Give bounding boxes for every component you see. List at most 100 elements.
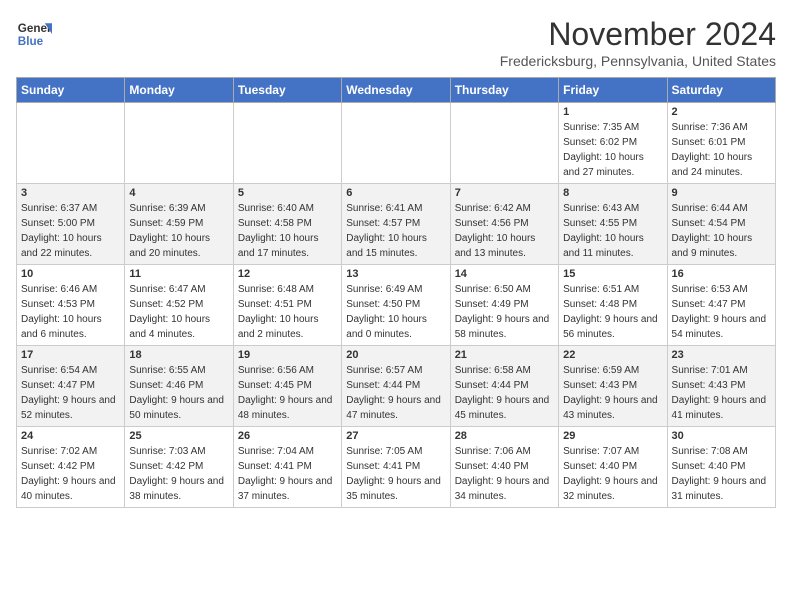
calendar-cell	[342, 103, 450, 184]
day-number: 26	[238, 430, 337, 442]
day-number: 28	[455, 430, 554, 442]
calendar-cell: 9 Sunrise: 6:44 AM Sunset: 4:54 PM Daylig…	[667, 184, 775, 265]
calendar-cell: 22 Sunrise: 6:59 AM Sunset: 4:43 PM Dayli…	[559, 346, 667, 427]
day-number: 29	[563, 430, 662, 442]
week-row-2: 10 Sunrise: 6:46 AM Sunset: 4:53 PM Dayli…	[17, 265, 776, 346]
day-info: Sunrise: 6:51 AM Sunset: 4:48 PM Dayligh…	[563, 282, 662, 342]
day-info: Sunrise: 6:56 AM Sunset: 4:45 PM Dayligh…	[238, 363, 337, 423]
day-info: Sunrise: 6:39 AM Sunset: 4:59 PM Dayligh…	[129, 201, 228, 261]
weekday-tuesday: Tuesday	[233, 78, 341, 103]
week-row-3: 17 Sunrise: 6:54 AM Sunset: 4:47 PM Dayli…	[17, 346, 776, 427]
day-info: Sunrise: 6:37 AM Sunset: 5:00 PM Dayligh…	[21, 201, 120, 261]
day-number: 1	[563, 106, 662, 118]
day-info: Sunrise: 6:40 AM Sunset: 4:58 PM Dayligh…	[238, 201, 337, 261]
calendar-cell: 12Sunrise: 6:48 AM Sunset: 4:51 PM Dayli…	[233, 265, 341, 346]
calendar-cell: 11 Sunrise: 6:47 AM Sunset: 4:52 PM Dayli…	[125, 265, 233, 346]
day-info: Sunrise: 7:02 AM Sunset: 4:42 PM Dayligh…	[21, 444, 120, 504]
calendar-cell: 26 Sunrise: 7:04 AM Sunset: 4:41 PM Dayli…	[233, 427, 341, 508]
day-info: Sunrise: 6:55 AM Sunset: 4:46 PM Dayligh…	[129, 363, 228, 423]
weekday-friday: Friday	[559, 78, 667, 103]
page-header: General Blue November 2024 Fredericksbur…	[16, 16, 776, 69]
calendar-cell: 15 Sunrise: 6:51 AM Sunset: 4:48 PM Dayli…	[559, 265, 667, 346]
day-number: 15	[563, 268, 662, 280]
calendar-cell: 25 Sunrise: 7:03 AM Sunset: 4:42 PM Dayli…	[125, 427, 233, 508]
day-info: Sunrise: 6:44 AM Sunset: 4:54 PM Dayligh…	[672, 201, 771, 261]
day-info: Sunrise: 6:59 AM Sunset: 4:43 PM Dayligh…	[563, 363, 662, 423]
day-info: Sunrise: 7:06 AM Sunset: 4:40 PM Dayligh…	[455, 444, 554, 504]
day-number: 4	[129, 187, 228, 199]
day-number: 24	[21, 430, 120, 442]
calendar-cell	[233, 103, 341, 184]
location: Fredericksburg, Pennsylvania, United Sta…	[500, 53, 776, 69]
day-number: 5	[238, 187, 337, 199]
day-info: Sunrise: 6:46 AM Sunset: 4:53 PM Dayligh…	[21, 282, 120, 342]
day-info: Sunrise: 6:47 AM Sunset: 4:52 PM Dayligh…	[129, 282, 228, 342]
calendar-cell: 6Sunrise: 6:41 AM Sunset: 4:57 PM Daylig…	[342, 184, 450, 265]
calendar-cell	[450, 103, 558, 184]
logo: General Blue	[16, 16, 52, 52]
day-number: 9	[672, 187, 771, 199]
month-title: November 2024	[500, 16, 776, 53]
title-block: November 2024 Fredericksburg, Pennsylvan…	[500, 16, 776, 69]
day-info: Sunrise: 7:08 AM Sunset: 4:40 PM Dayligh…	[672, 444, 771, 504]
calendar-cell: 8Sunrise: 6:43 AM Sunset: 4:55 PM Daylig…	[559, 184, 667, 265]
day-info: Sunrise: 6:57 AM Sunset: 4:44 PM Dayligh…	[346, 363, 445, 423]
day-number: 14	[455, 268, 554, 280]
day-info: Sunrise: 6:50 AM Sunset: 4:49 PM Dayligh…	[455, 282, 554, 342]
day-info: Sunrise: 7:03 AM Sunset: 4:42 PM Dayligh…	[129, 444, 228, 504]
calendar-cell: 1 Sunrise: 7:35 AM Sunset: 6:02 PM Daylig…	[559, 103, 667, 184]
weekday-thursday: Thursday	[450, 78, 558, 103]
day-info: Sunrise: 7:35 AM Sunset: 6:02 PM Dayligh…	[563, 120, 662, 180]
day-info: Sunrise: 6:58 AM Sunset: 4:44 PM Dayligh…	[455, 363, 554, 423]
day-info: Sunrise: 7:04 AM Sunset: 4:41 PM Dayligh…	[238, 444, 337, 504]
weekday-sunday: Sunday	[17, 78, 125, 103]
day-number: 11	[129, 268, 228, 280]
calendar-cell: 23 Sunrise: 7:01 AM Sunset: 4:43 PM Dayli…	[667, 346, 775, 427]
day-info: Sunrise: 7:07 AM Sunset: 4:40 PM Dayligh…	[563, 444, 662, 504]
calendar-table: SundayMondayTuesdayWednesdayThursdayFrid…	[16, 77, 776, 508]
svg-text:Blue: Blue	[18, 35, 44, 48]
calendar-cell: 30 Sunrise: 7:08 AM Sunset: 4:40 PM Dayli…	[667, 427, 775, 508]
calendar-cell: 27Sunrise: 7:05 AM Sunset: 4:41 PM Dayli…	[342, 427, 450, 508]
day-number: 3	[21, 187, 120, 199]
day-info: Sunrise: 6:53 AM Sunset: 4:47 PM Dayligh…	[672, 282, 771, 342]
day-number: 30	[672, 430, 771, 442]
calendar-cell: 13 Sunrise: 6:49 AM Sunset: 4:50 PM Dayli…	[342, 265, 450, 346]
day-number: 25	[129, 430, 228, 442]
day-info: Sunrise: 6:42 AM Sunset: 4:56 PM Dayligh…	[455, 201, 554, 261]
calendar-cell: 18Sunrise: 6:55 AM Sunset: 4:46 PM Dayli…	[125, 346, 233, 427]
weekday-monday: Monday	[125, 78, 233, 103]
day-number: 12	[238, 268, 337, 280]
day-number: 2	[672, 106, 771, 118]
calendar-cell: 3 Sunrise: 6:37 AM Sunset: 5:00 PM Daylig…	[17, 184, 125, 265]
day-number: 22	[563, 349, 662, 361]
day-number: 10	[21, 268, 120, 280]
calendar-cell: 10 Sunrise: 6:46 AM Sunset: 4:53 PM Dayli…	[17, 265, 125, 346]
day-number: 13	[346, 268, 445, 280]
day-number: 21	[455, 349, 554, 361]
day-number: 27	[346, 430, 445, 442]
day-number: 17	[21, 349, 120, 361]
day-number: 7	[455, 187, 554, 199]
calendar-cell: 16 Sunrise: 6:53 AM Sunset: 4:47 PM Dayli…	[667, 265, 775, 346]
day-info: Sunrise: 7:36 AM Sunset: 6:01 PM Dayligh…	[672, 120, 771, 180]
calendar-cell: 19 Sunrise: 6:56 AM Sunset: 4:45 PM Dayli…	[233, 346, 341, 427]
calendar-cell: 20 Sunrise: 6:57 AM Sunset: 4:44 PM Dayli…	[342, 346, 450, 427]
day-info: Sunrise: 6:49 AM Sunset: 4:50 PM Dayligh…	[346, 282, 445, 342]
day-info: Sunrise: 6:41 AM Sunset: 4:57 PM Dayligh…	[346, 201, 445, 261]
day-number: 20	[346, 349, 445, 361]
day-number: 19	[238, 349, 337, 361]
day-number: 23	[672, 349, 771, 361]
calendar-cell: 5 Sunrise: 6:40 AM Sunset: 4:58 PM Daylig…	[233, 184, 341, 265]
calendar-cell: 29 Sunrise: 7:07 AM Sunset: 4:40 PM Dayli…	[559, 427, 667, 508]
calendar-cell: 2 Sunrise: 7:36 AM Sunset: 6:01 PM Daylig…	[667, 103, 775, 184]
week-row-4: 24 Sunrise: 7:02 AM Sunset: 4:42 PM Dayli…	[17, 427, 776, 508]
calendar-cell: 21 Sunrise: 6:58 AM Sunset: 4:44 PM Dayli…	[450, 346, 558, 427]
calendar-cell: 7 Sunrise: 6:42 AM Sunset: 4:56 PM Daylig…	[450, 184, 558, 265]
calendar-cell	[17, 103, 125, 184]
day-info: Sunrise: 6:54 AM Sunset: 4:47 PM Dayligh…	[21, 363, 120, 423]
day-info: Sunrise: 7:01 AM Sunset: 4:43 PM Dayligh…	[672, 363, 771, 423]
calendar-cell	[125, 103, 233, 184]
week-row-1: 3 Sunrise: 6:37 AM Sunset: 5:00 PM Daylig…	[17, 184, 776, 265]
day-number: 16	[672, 268, 771, 280]
